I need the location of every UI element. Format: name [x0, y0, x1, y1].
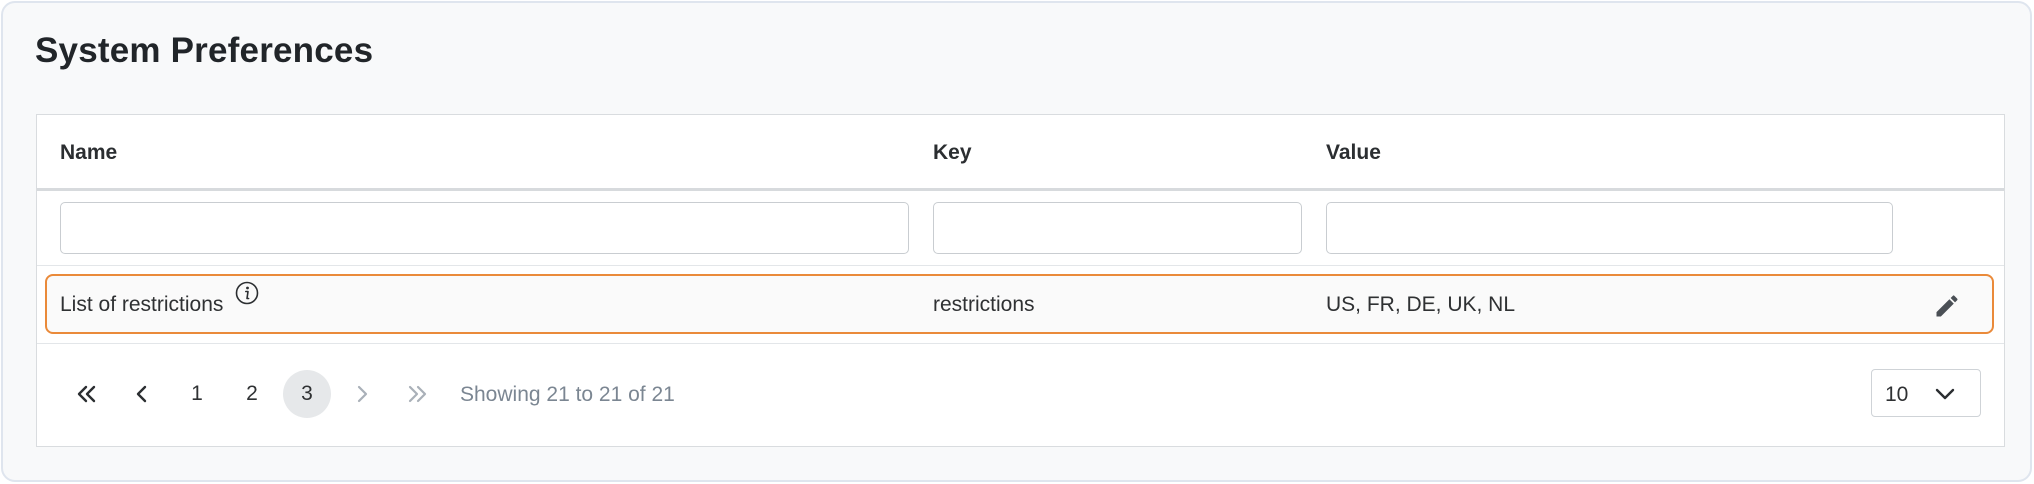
chevron-right-icon — [357, 385, 368, 403]
column-header-value[interactable]: Value — [1326, 141, 1381, 165]
last-page-button[interactable] — [393, 370, 441, 418]
pencil-icon[interactable] — [1933, 292, 1961, 320]
pagination: 1 2 3 Showing 21 to 21 of 21 10 — [37, 368, 2004, 424]
page-button-3-current[interactable]: 3 — [283, 370, 331, 418]
cell-name: List of restrictions — [60, 293, 224, 316]
double-chevron-right-icon — [408, 385, 427, 403]
row-divider — [37, 343, 2004, 344]
column-header-key[interactable]: Key — [933, 141, 972, 165]
previous-page-button[interactable] — [118, 370, 166, 418]
table-header: Name Key Value — [37, 115, 2004, 191]
chevron-down-icon — [1935, 388, 1955, 400]
next-page-button[interactable] — [338, 370, 386, 418]
cell-key: restrictions — [933, 293, 1035, 316]
cell-value: US, FR, DE, UK, NL — [1326, 293, 1516, 316]
page-button-1[interactable]: 1 — [173, 370, 221, 418]
pagination-summary: Showing 21 to 21 of 21 — [460, 383, 675, 406]
info-icon[interactable] — [235, 281, 259, 305]
page-button-2[interactable]: 2 — [228, 370, 276, 418]
chevron-left-icon — [136, 385, 147, 403]
table-row[interactable]: List of restrictions restrictions US, FR… — [45, 274, 1994, 334]
page-title: System Preferences — [35, 31, 374, 70]
preferences-panel: System Preferences Name Key Value List o… — [1, 1, 2032, 482]
name-filter-input[interactable] — [60, 202, 909, 254]
page-size-value: 10 — [1885, 383, 1909, 406]
double-chevron-left-icon — [77, 385, 96, 403]
first-page-button[interactable] — [63, 370, 111, 418]
value-filter-input[interactable] — [1326, 202, 1893, 254]
key-filter-input[interactable] — [933, 202, 1302, 254]
page-size-select[interactable]: 10 — [1871, 369, 1981, 417]
preferences-table: Name Key Value List of restrictions rest… — [36, 114, 2005, 447]
column-header-name[interactable]: Name — [60, 141, 117, 165]
filter-row — [37, 191, 2004, 266]
